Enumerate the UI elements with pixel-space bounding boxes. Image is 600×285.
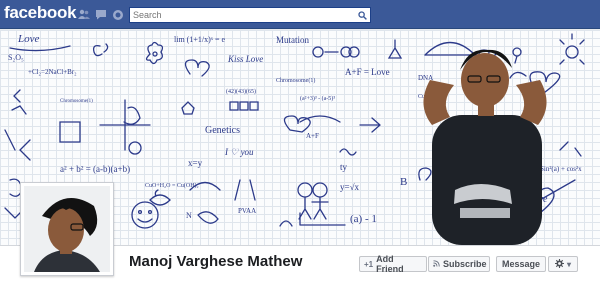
doodle-text: CuO+H₂O = Cu(OH)₂ bbox=[145, 182, 199, 189]
message-button[interactable]: Message bbox=[496, 256, 546, 272]
notification-jewels bbox=[77, 8, 124, 21]
arc-doodle bbox=[424, 41, 476, 56]
message-label: Message bbox=[501, 259, 541, 269]
flower-doodle bbox=[145, 41, 164, 65]
add-friend-icon: +1 bbox=[364, 259, 374, 269]
stick-figure-head bbox=[312, 182, 328, 198]
doodle-text: lim (1+1/x)ˣ = e bbox=[174, 35, 226, 44]
messages-icon[interactable] bbox=[94, 8, 107, 21]
rss-icon bbox=[433, 259, 440, 269]
search-input[interactable] bbox=[130, 8, 354, 22]
doodle-text: Kiss Love bbox=[227, 54, 263, 64]
avatar bbox=[24, 186, 110, 272]
profile-name[interactable]: Manoj Varghese Mathew bbox=[129, 253, 302, 270]
doodle-text: A+F bbox=[306, 132, 319, 140]
doodle-text: PVAA bbox=[238, 207, 256, 215]
profile-picture[interactable] bbox=[20, 182, 114, 276]
smiley-doodle bbox=[131, 201, 159, 229]
axis-doodle bbox=[99, 99, 151, 151]
doodle-text: Chromosome(1) bbox=[276, 77, 315, 84]
facebook-logo[interactable]: facebook bbox=[4, 3, 77, 23]
doodle-text: N bbox=[186, 211, 192, 220]
doodle-text: (42)(43)(65) bbox=[226, 88, 256, 95]
subscribe-label: Subscribe bbox=[443, 259, 487, 269]
doodle-text: Genetics bbox=[205, 125, 240, 136]
doodle-underline bbox=[9, 45, 71, 52]
doodle-text: A+F = Love bbox=[345, 67, 390, 77]
friend-requests-icon[interactable] bbox=[77, 8, 90, 21]
gear-icon bbox=[554, 258, 564, 270]
doodle-text: B bbox=[400, 176, 407, 188]
doodle-text: Mutation bbox=[276, 35, 309, 45]
heart-doodle bbox=[184, 59, 210, 77]
doodle-text: Chromosome(1) bbox=[60, 99, 93, 104]
add-friend-button[interactable]: +1 Add Friend bbox=[359, 254, 427, 274]
flask-doodle bbox=[387, 39, 403, 59]
doodle-text: (a²+3)³ - (a-5)³ bbox=[300, 95, 335, 102]
doodle-text: ty bbox=[340, 162, 348, 172]
chevron-down-icon: ▾ bbox=[566, 259, 571, 269]
crown-doodle bbox=[181, 101, 195, 115]
doodle-text: I ♡ you bbox=[224, 147, 254, 157]
arrow-doodle bbox=[359, 117, 381, 133]
doodle-text: Love bbox=[17, 33, 40, 45]
options-dropdown-button[interactable]: ▾ bbox=[548, 256, 578, 272]
doodle-text: (a) - 1 bbox=[350, 213, 377, 225]
top-navigation-bar: facebook bbox=[0, 0, 600, 29]
search-icon[interactable] bbox=[355, 9, 369, 21]
doodle-text: +Cl₂=2NaCl+Br₂ bbox=[28, 68, 77, 76]
subscribe-button[interactable]: Subscribe bbox=[428, 256, 490, 272]
face-doodle bbox=[149, 189, 171, 206]
doodle-text: a² + b² = (a-b)(a+b) bbox=[60, 164, 130, 174]
add-friend-label: Add Friend bbox=[376, 254, 404, 274]
doodle-text: y=√x bbox=[340, 182, 360, 192]
ribbon-doodle bbox=[92, 43, 109, 57]
doodle-text: Sin²(a) + cos²x bbox=[540, 165, 582, 173]
flower-center bbox=[152, 51, 158, 57]
search-box bbox=[129, 7, 371, 23]
circle-doodle bbox=[312, 46, 324, 58]
box-doodle bbox=[229, 101, 259, 111]
circle-doodle bbox=[128, 141, 142, 155]
doodle-text: S₂O₅ bbox=[8, 53, 24, 62]
cover-person-shirt bbox=[432, 115, 542, 245]
cover-person bbox=[423, 49, 547, 245]
doodle-text: x=y bbox=[188, 158, 203, 168]
scribble-doodle bbox=[4, 89, 31, 161]
notifications-icon[interactable] bbox=[111, 8, 124, 21]
sun-doodle bbox=[565, 45, 579, 59]
